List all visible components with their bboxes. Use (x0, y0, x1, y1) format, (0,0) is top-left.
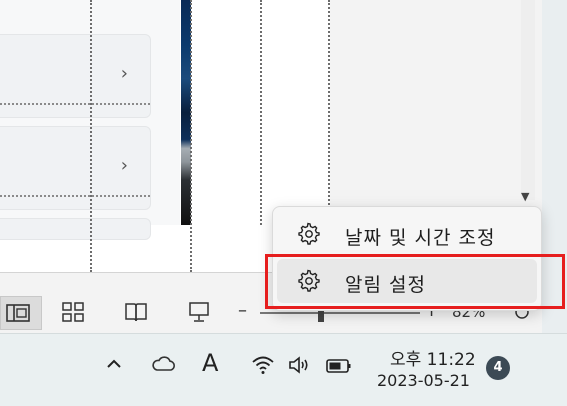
grid-line (0, 195, 150, 197)
grid-line (90, 0, 92, 272)
normal-view-button[interactable] (0, 296, 42, 330)
notification-count-badge[interactable]: 4 (486, 356, 510, 380)
battery-icon (326, 359, 351, 373)
reading-view-button[interactable] (122, 300, 150, 328)
menu-item-adjust-date-time[interactable]: 날짜 및 시간 조정 (277, 212, 537, 256)
battery-button[interactable] (325, 356, 353, 380)
grid-line (0, 103, 150, 105)
zoom-slider-track[interactable] (260, 312, 420, 314)
grid-line (328, 0, 330, 225)
chevron-up-icon (107, 359, 121, 368)
taskbar (0, 333, 567, 406)
network-button[interactable] (250, 354, 276, 380)
slideshow-button[interactable] (186, 300, 212, 328)
normal-view-icon (6, 304, 30, 322)
volume-button[interactable] (287, 354, 315, 380)
grid-line (260, 0, 262, 225)
onedrive-button[interactable] (150, 354, 178, 378)
gear-icon (298, 222, 320, 245)
input-method-indicator[interactable]: A (202, 349, 218, 377)
grid-line (190, 0, 192, 272)
menu-item-label: 날짜 및 시간 조정 (345, 227, 496, 249)
settings-card[interactable] (0, 218, 151, 240)
speaker-icon (289, 356, 308, 374)
chevron-right-icon: › (120, 63, 128, 84)
wifi-icon (252, 356, 274, 374)
cloud-icon (152, 356, 175, 371)
highlight-annotation (265, 254, 565, 309)
show-hidden-icons-button[interactable] (104, 354, 124, 378)
clock-date: 2023-05-21 (377, 371, 470, 390)
zoom-out-button[interactable]: – (238, 300, 247, 321)
clock-time: 오후 11:22 (390, 350, 476, 370)
settings-card[interactable]: › (0, 126, 151, 210)
book-icon (125, 303, 147, 322)
chevron-right-icon: › (120, 155, 128, 176)
slide-sorter-icon (62, 302, 84, 322)
vertical-scrollbar[interactable] (521, 0, 535, 200)
settings-card[interactable]: › (0, 34, 151, 118)
presentation-icon (189, 302, 209, 322)
scroll-down-arrow-icon[interactable]: ▼ (521, 190, 529, 203)
slide-sorter-button[interactable] (60, 300, 86, 328)
